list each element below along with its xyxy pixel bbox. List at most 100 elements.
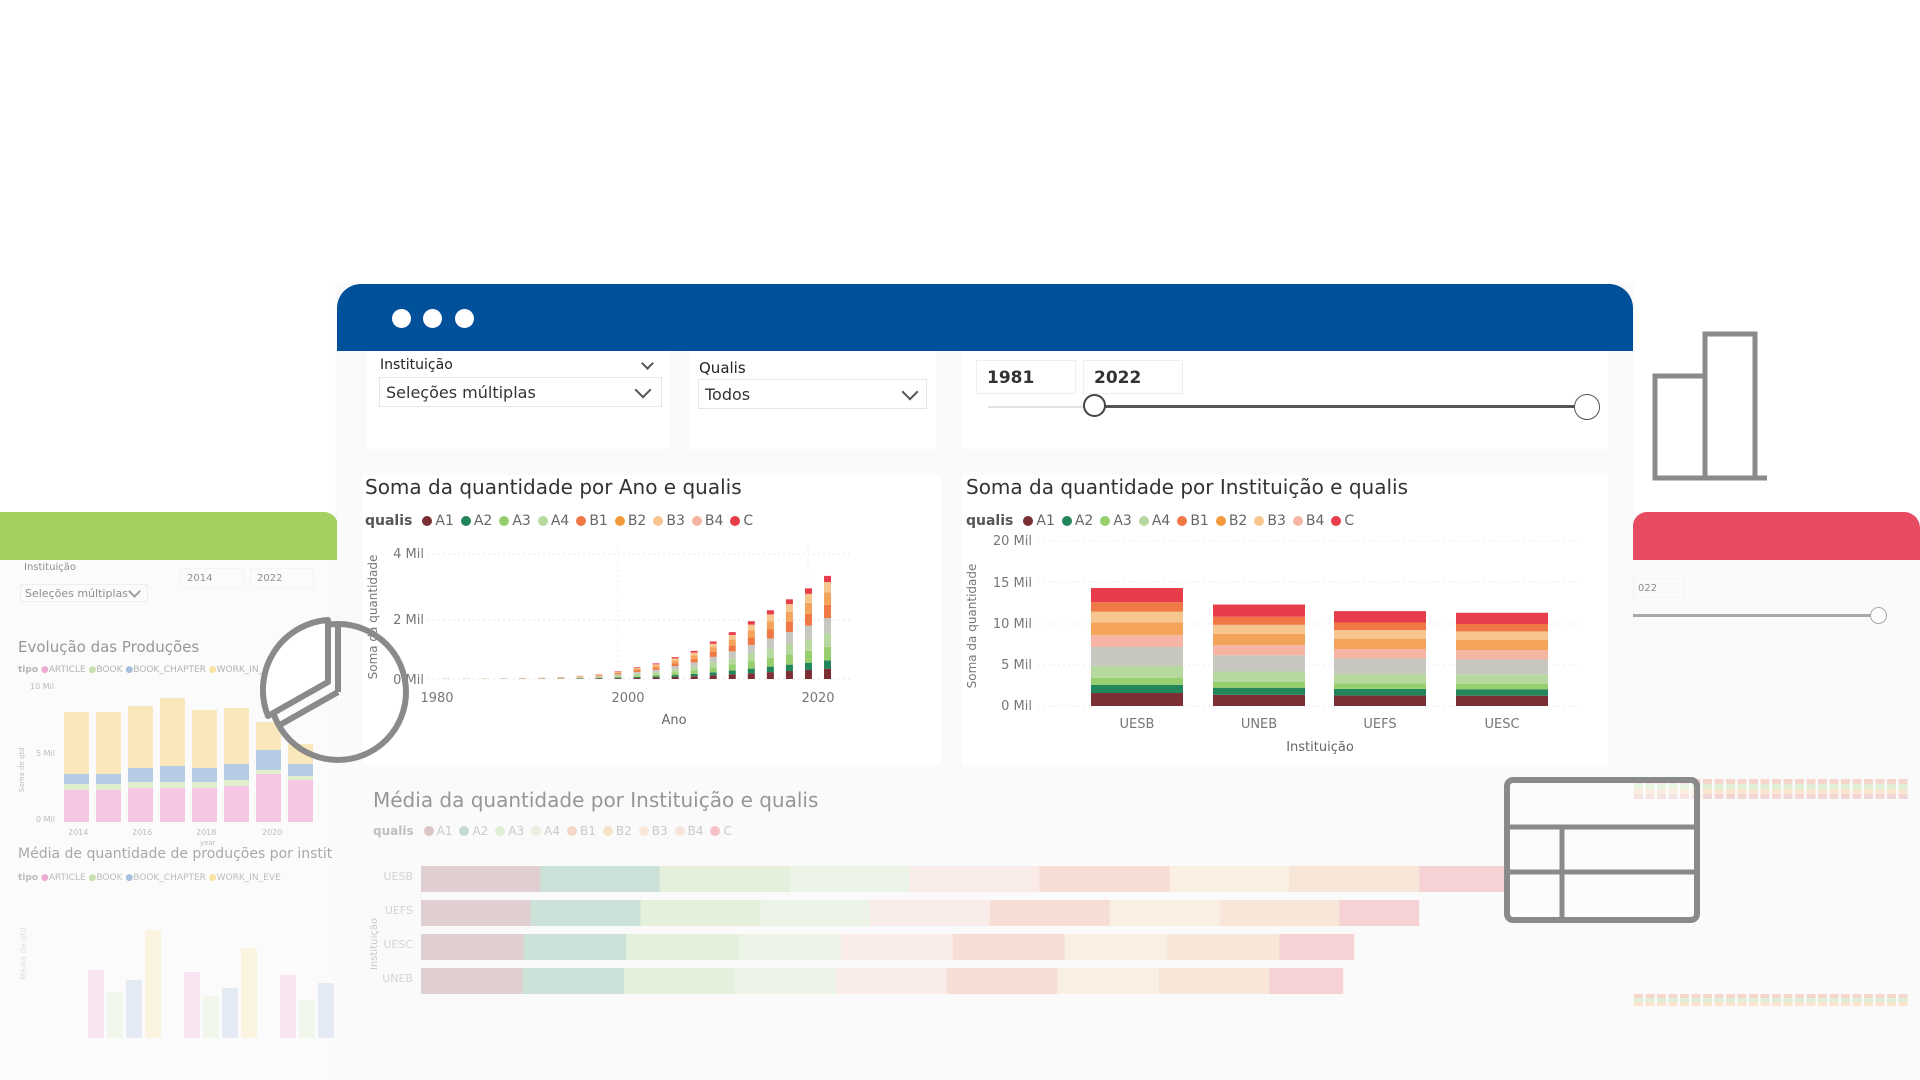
chart1-bar-segment — [728, 658, 736, 665]
qualis-dropdown[interactable]: Todos — [698, 379, 927, 409]
date-start-input[interactable]: 1981 — [976, 360, 1076, 394]
left-chart1-legend: tipo ●ARTICLE ●BOOK ●BOOK_CHAPTER ●WORK_… — [18, 665, 281, 675]
right-mini-bar-segment — [1795, 998, 1804, 1002]
right-slider-handle[interactable] — [1870, 607, 1887, 624]
left-chart1-bar-segment — [224, 786, 249, 822]
left-chart1-bar-segment — [256, 774, 281, 822]
chart1-bar-segment — [633, 675, 641, 677]
right-mini-bar-segment — [1898, 789, 1908, 794]
chart1-bar-segment — [671, 663, 679, 667]
right-date-end[interactable]: 022 — [1633, 578, 1685, 598]
chevron-down-icon[interactable] — [641, 357, 654, 370]
right-mini-bar-segment — [1875, 784, 1885, 789]
chart1-bar-segment — [728, 651, 736, 659]
right-window-bar — [1633, 512, 1920, 560]
left-instituicao-dropdown[interactable]: Seleções múltiplas — [20, 584, 148, 602]
right-mini-bar-segment — [1680, 1002, 1689, 1006]
right-mini-bar-segment — [1749, 779, 1758, 784]
right-mini-bar-segment — [1898, 998, 1908, 1002]
chart2-y-tick-10mil: 10 Mil — [993, 617, 1032, 632]
chart2-bar-segment — [1091, 588, 1183, 603]
left-date-start[interactable]: 2014 — [180, 568, 244, 588]
chart1-bar-segment — [614, 674, 622, 676]
right-mini-bar-segment — [1887, 994, 1896, 998]
chart3-bar-segment — [760, 900, 871, 926]
left2-bar — [203, 996, 219, 1038]
legend-item-a2: A2 — [459, 824, 488, 838]
slider-end-handle[interactable] — [1574, 394, 1600, 420]
table-icon — [1504, 777, 1700, 923]
slider-start-handle[interactable] — [1083, 394, 1106, 417]
left-date-end[interactable]: 2022 — [250, 568, 314, 588]
right-mini-bar-segment — [1795, 794, 1804, 799]
left-chart1-legend-title: tipo — [18, 665, 39, 675]
chart1-bar-segment — [824, 668, 832, 679]
legend-item-b3: B3 — [1254, 513, 1286, 529]
left-y-tick-10: 10 Mil — [30, 682, 54, 691]
legend-item-b2: B2 — [1215, 513, 1247, 529]
chart1-bar-segment — [614, 677, 622, 679]
right-mini-bar-segment — [1668, 1002, 1678, 1006]
chart1-bar-segment — [766, 638, 774, 649]
right-mini-bar-segment — [1887, 779, 1896, 784]
chart1-bar-segment — [595, 675, 603, 676]
right-mini-bar-segment — [1634, 1002, 1643, 1006]
chart3-bar-segment — [421, 866, 541, 892]
left-y-tick-5: 5 Mil — [36, 749, 55, 758]
right-mini-bar-segment — [1783, 1002, 1793, 1006]
right-mini-bar-segment — [1749, 784, 1758, 789]
right-mini-bar-segment — [1703, 794, 1712, 799]
chart1-bar-segment — [633, 676, 641, 678]
chart3-bar-segment — [1064, 934, 1168, 960]
chart2-bar-segment — [1334, 638, 1426, 650]
left-instituicao-value: Seleções múltiplas — [25, 587, 128, 600]
date-end-input[interactable]: 2022 — [1083, 360, 1183, 394]
chart3-bar-segment — [421, 900, 531, 926]
right-mini-bar-segment — [1829, 1002, 1839, 1006]
slicer-qualis-label: Qualis — [699, 359, 746, 377]
right-mini-bar-segment — [1795, 1002, 1804, 1006]
instituicao-dropdown[interactable]: Seleções múltiplas — [379, 377, 662, 407]
right-mini-bar-segment — [1806, 784, 1816, 789]
left-chart1-bar-segment — [288, 780, 313, 822]
right-mini-bar-segment — [1852, 779, 1862, 784]
chart1-title: Soma da quantidade por Ano e qualis — [365, 475, 742, 499]
chart1-bar-segment — [747, 621, 755, 625]
chart3-bar-segment — [738, 934, 841, 960]
chart1-bar-segment — [652, 669, 660, 673]
legend-item-a1: A1 — [423, 824, 452, 838]
left2-bar — [145, 930, 161, 1038]
right-mini-bar-segment — [1841, 994, 1850, 998]
left-chart1-bar-segment — [192, 768, 217, 782]
legend-item-c: C — [710, 824, 732, 838]
slider-track-active[interactable] — [1095, 405, 1585, 408]
chart3-bar-segment — [640, 900, 761, 926]
chart3-bar-segment — [946, 968, 1058, 994]
chart1-bar-segment — [709, 675, 717, 679]
slider-track-inactive[interactable] — [988, 406, 1095, 408]
chart1-bar-segment — [709, 672, 717, 676]
right-mini-bar-segment — [1726, 994, 1735, 998]
chart1-bar-segment — [728, 645, 736, 652]
chart2-bar-segment — [1213, 604, 1305, 617]
right-mini-bar-segment — [1749, 998, 1758, 1002]
chart1-bar-segment — [804, 650, 812, 663]
chart2-bar-segment — [1334, 695, 1426, 706]
chart2-bar-segment — [1456, 683, 1548, 690]
right-mini-bar-segment — [1657, 998, 1666, 1002]
chart2-bar-segment — [1091, 647, 1183, 666]
chart2-bar-segment — [1456, 674, 1548, 684]
chart3-bar-segment — [1339, 900, 1420, 926]
chart3-bar-segment — [836, 968, 947, 994]
chart1-bar-segment — [747, 630, 755, 638]
chart1-bar-segment — [652, 664, 660, 666]
legend-item-a4: A4 — [537, 513, 569, 529]
right-slider-track[interactable] — [1633, 614, 1878, 617]
chart3-bar-segment — [523, 934, 627, 960]
chart1-bar-segment — [824, 582, 832, 593]
left-chart1-bar-segment — [192, 710, 217, 768]
legend-item-a1: A1 — [422, 513, 454, 529]
right-mini-bar-segment — [1852, 994, 1862, 998]
chart1-bar-segment — [690, 658, 698, 663]
right-mini-bar-segment — [1714, 789, 1724, 794]
